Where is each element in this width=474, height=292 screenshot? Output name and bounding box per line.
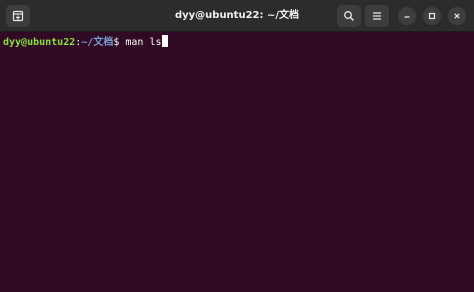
minimize-button[interactable] — [398, 7, 416, 25]
title-bar: dyy@ubuntu22: ~/文档 — [0, 0, 474, 32]
text-cursor — [161, 35, 168, 47]
menu-button[interactable] — [365, 5, 389, 27]
command-line: dyy@ubuntu22:~/文档$ man ls — [3, 35, 168, 48]
terminal-output[interactable]: dyy@ubuntu22:~/文档$ man ls — [0, 32, 474, 292]
prompt-symbol: $ — [113, 37, 126, 48]
terminal-window: dyy@ubuntu22: ~/文档 dyy@ubuntu22:~/文档$ ma… — [0, 0, 474, 292]
window-title: dyy@ubuntu22: ~/文档 — [174, 10, 300, 21]
hamburger-menu-icon — [373, 12, 381, 20]
maximize-icon — [428, 12, 436, 20]
command-text: man ls — [125, 37, 162, 48]
minimize-icon — [404, 16, 410, 18]
search-icon — [344, 11, 354, 21]
maximize-button[interactable] — [423, 7, 441, 25]
prompt-user: dyy@ubuntu22 — [3, 37, 76, 48]
close-button[interactable] — [448, 7, 466, 25]
new-tab-icon — [12, 10, 24, 22]
new-tab-button[interactable] — [6, 5, 30, 27]
search-button[interactable] — [337, 5, 361, 27]
prompt-path: ~/文档 — [81, 37, 114, 48]
close-icon — [454, 13, 460, 19]
